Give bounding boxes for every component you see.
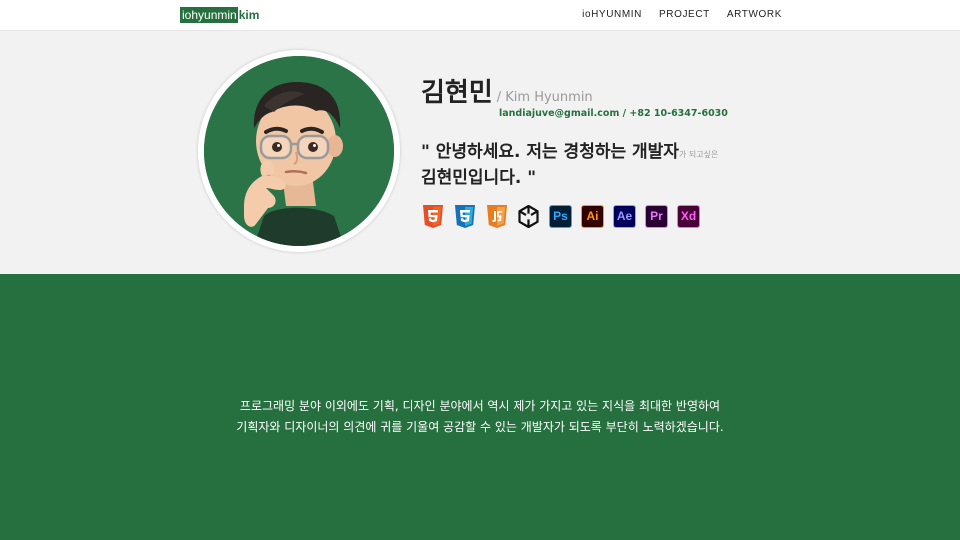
profile-name-english: / Kim Hyunmin	[496, 90, 593, 105]
memoji-avatar-image	[204, 56, 394, 246]
logo-main-text: iohyunmin	[180, 7, 238, 23]
illustrator-icon: Ai	[581, 205, 604, 228]
html5-icon	[421, 205, 444, 228]
contact-info[interactable]: landiajuve@gmail.com / +82 10-6347-6030	[499, 108, 728, 119]
intro-quote-line-1: " 안녕하세요. 저는 경청하는 개발자가 되고싶은	[421, 137, 718, 162]
avatar-frame	[198, 50, 400, 252]
profile-name-korean: 김현민	[421, 78, 493, 108]
navbar: iohyunmin kim ioHYUNMIN PROJECT ARTWORK	[0, 0, 960, 31]
skill-icons: Ps Ai Ae Pr Xd	[421, 205, 700, 228]
about-line-1: 프로그래밍 분야 이외에도 기획, 디자인 분야에서 역시 제가 가지고 있는 …	[239, 399, 721, 413]
name-row: 김현민 / Kim Hyunmin	[421, 78, 593, 108]
main-nav: ioHYUNMIN PROJECT ARTWORK	[582, 9, 782, 20]
after-effects-icon: Ae	[613, 205, 636, 228]
nav-link-iohyunmin[interactable]: ioHYUNMIN	[582, 9, 642, 20]
premiere-icon: Pr	[645, 205, 668, 228]
css3-icon	[453, 205, 476, 228]
javascript-icon	[485, 205, 508, 228]
intro-quote-main: " 안녕하세요. 저는 경청하는 개발자	[421, 142, 679, 162]
logo-accent-text: kim	[237, 7, 261, 23]
intro-quote-line-2: 김현민입니다. "	[421, 168, 537, 188]
unity-icon	[517, 205, 540, 228]
about-line-2: 기획자와 디자이너의 의견에 귀를 기울여 공감할 수 있는 개발자가 되도록 …	[236, 420, 724, 434]
nav-link-project[interactable]: PROJECT	[659, 9, 710, 20]
about-section: 프로그래밍 분야 이외에도 기획, 디자인 분야에서 역시 제가 가지고 있는 …	[0, 274, 960, 540]
xd-icon: Xd	[677, 205, 700, 228]
site-logo[interactable]: iohyunmin kim	[180, 7, 261, 23]
avatar	[204, 56, 394, 246]
intro-quote-small: 가 되고싶은	[678, 150, 719, 159]
profile-hero: 김현민 / Kim Hyunmin landiajuve@gmail.com /…	[0, 31, 960, 274]
photoshop-icon: Ps	[549, 205, 572, 228]
about-text: 프로그래밍 분야 이외에도 기획, 디자인 분야에서 역시 제가 가지고 있는 …	[0, 396, 960, 438]
nav-link-artwork[interactable]: ARTWORK	[727, 9, 782, 20]
